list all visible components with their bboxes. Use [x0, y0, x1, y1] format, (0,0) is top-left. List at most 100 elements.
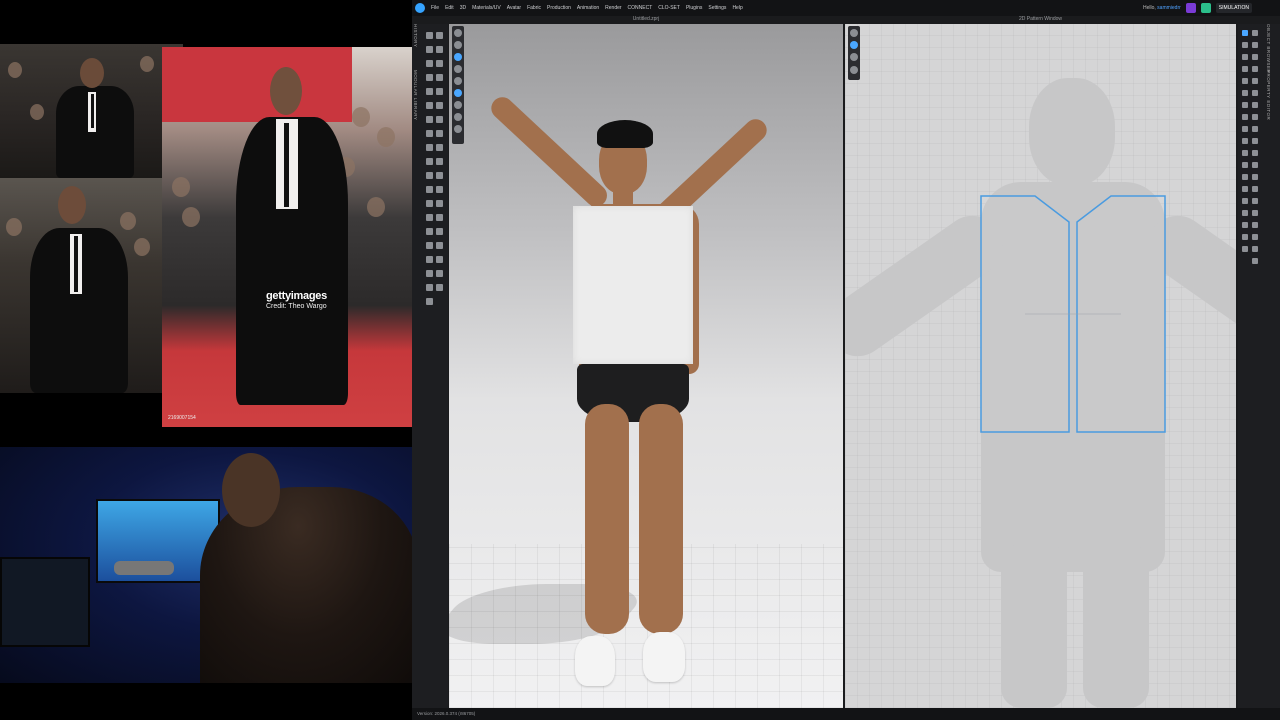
- trim-tool-icon[interactable]: [426, 242, 433, 249]
- selected-tool-icon[interactable]: [454, 53, 462, 61]
- rectangle-tool-icon[interactable]: [436, 60, 443, 67]
- symmetry-tool-icon[interactable]: [436, 242, 443, 249]
- tab-modular-library[interactable]: MODULAR LIBRARY: [413, 70, 418, 120]
- trim-add-icon[interactable]: [436, 284, 443, 291]
- edit-pattern-icon[interactable]: [1242, 42, 1248, 48]
- grading-icon[interactable]: [1252, 138, 1258, 144]
- tab-object-browser[interactable]: OBJECT BROWSER: [1266, 24, 1271, 73]
- arrangement-tool-icon[interactable]: [436, 270, 443, 277]
- menu-edit[interactable]: Edit: [445, 5, 454, 11]
- camera-icon[interactable]: [454, 41, 462, 49]
- deactivate-tool-icon[interactable]: [436, 256, 443, 263]
- menu-connect[interactable]: CONNECT: [628, 5, 653, 11]
- curve-point-icon[interactable]: [1252, 54, 1258, 60]
- fill-icon[interactable]: [1252, 258, 1258, 264]
- menu-help[interactable]: Help: [732, 5, 742, 11]
- measure-2d-icon[interactable]: [1252, 198, 1258, 204]
- menu-plugins[interactable]: Plugins: [686, 5, 702, 11]
- elastic-icon[interactable]: [1252, 222, 1258, 228]
- seam-allowance-icon[interactable]: [1252, 126, 1258, 132]
- garment-visibility-icon[interactable]: [454, 77, 462, 85]
- check-sewing-icon[interactable]: [1252, 114, 1258, 120]
- solidify-tool-icon[interactable]: [426, 256, 433, 263]
- topstitch-icon[interactable]: [1242, 174, 1248, 180]
- internal-rect-icon[interactable]: [1242, 90, 1248, 96]
- circle-icon[interactable]: [1242, 78, 1248, 84]
- tab-history[interactable]: HISTORY: [413, 24, 418, 47]
- app-logo-icon[interactable]: [415, 3, 425, 13]
- fitting-tool-icon[interactable]: [426, 200, 433, 207]
- seam-tool-icon[interactable]: [436, 88, 443, 95]
- pin-tool-icon[interactable]: [426, 46, 433, 53]
- trace-icon[interactable]: [1242, 102, 1248, 108]
- fold-line-icon[interactable]: [1252, 234, 1258, 240]
- shirring-icon[interactable]: [1242, 222, 1248, 228]
- edit-curve-icon[interactable]: [1252, 42, 1258, 48]
- annotation-2d-icon[interactable]: [1252, 186, 1258, 192]
- zipper-2d-icon[interactable]: [1252, 162, 1258, 168]
- avatar-tool-icon[interactable]: [426, 186, 433, 193]
- clo-set-icon[interactable]: [1200, 3, 1211, 13]
- layer-tool-icon[interactable]: [426, 270, 433, 277]
- notch-icon[interactable]: [1242, 138, 1248, 144]
- pattern-window-2d[interactable]: [845, 24, 1236, 708]
- snapshot-tool-icon[interactable]: [436, 214, 443, 221]
- select-tool-icon[interactable]: [426, 32, 433, 39]
- buttonhole-tool-icon[interactable]: [436, 144, 443, 151]
- symmetry-2d-icon[interactable]: [1242, 210, 1248, 216]
- brush-tool-icon[interactable]: [436, 228, 443, 235]
- annotation-tool-icon[interactable]: [426, 214, 433, 221]
- internal-polygon-icon[interactable]: [1252, 78, 1258, 84]
- record-tool-icon[interactable]: [426, 298, 433, 305]
- render-mode-icon[interactable]: [454, 125, 462, 133]
- polygon-tool-icon[interactable]: [426, 60, 433, 67]
- menu-avatar[interactable]: Avatar: [507, 5, 521, 11]
- move-tool-icon[interactable]: [436, 32, 443, 39]
- rectangle-icon[interactable]: [1252, 66, 1258, 72]
- menu-clo-set[interactable]: CLO-SET: [658, 5, 680, 11]
- strap-tool-icon[interactable]: [426, 284, 433, 291]
- menu-file[interactable]: File: [431, 5, 439, 11]
- fold-arrangement-icon[interactable]: [436, 116, 443, 123]
- measure-tool-icon[interactable]: [426, 172, 433, 179]
- piping-tool-icon[interactable]: [436, 158, 443, 165]
- zipper-tool-icon[interactable]: [426, 158, 433, 165]
- ellipse-tool-icon[interactable]: [426, 74, 433, 81]
- polygon-icon[interactable]: [1242, 66, 1248, 72]
- menu-materials[interactable]: Materials/UV: [472, 5, 501, 11]
- internal-line-tool-icon[interactable]: [426, 88, 433, 95]
- trace-2d-icon[interactable]: [1242, 246, 1248, 252]
- button-2d-icon[interactable]: [1242, 162, 1248, 168]
- graphic-2d-icon[interactable]: [1252, 150, 1258, 156]
- pattern-garment-3d[interactable]: [573, 206, 693, 364]
- texture-tool-icon[interactable]: [426, 130, 433, 137]
- dart-tool-icon[interactable]: [436, 74, 443, 81]
- tape-tool-icon[interactable]: [436, 172, 443, 179]
- light-icon[interactable]: [454, 113, 462, 121]
- menu-settings[interactable]: Settings: [708, 5, 726, 11]
- segment-sewing-icon[interactable]: [426, 102, 433, 109]
- text-icon[interactable]: [1242, 186, 1248, 192]
- lasso-tool-icon[interactable]: [426, 228, 433, 235]
- pleat-icon[interactable]: [1242, 234, 1248, 240]
- add-point-icon[interactable]: [1242, 54, 1248, 60]
- tab-property-editor[interactable]: PROPERTY EDITOR: [1266, 70, 1271, 120]
- hanger-tool-icon[interactable]: [436, 186, 443, 193]
- viewport-3d[interactable]: [449, 24, 843, 708]
- ruler-tool-icon[interactable]: [436, 200, 443, 207]
- menu-animation[interactable]: Animation: [577, 5, 599, 11]
- unfold-icon[interactable]: [1252, 210, 1258, 216]
- free-sewing-2d-icon[interactable]: [1242, 114, 1248, 120]
- layout-icon[interactable]: [1252, 246, 1258, 252]
- avatar-visibility-icon[interactable]: [454, 65, 462, 73]
- simulation-toggle[interactable]: SIMULATION: [1215, 3, 1252, 13]
- fold-2d-icon[interactable]: [1242, 126, 1248, 132]
- pattern-select-tool-icon[interactable]: [1242, 30, 1248, 36]
- menu-3d[interactable]: 3D: [460, 5, 466, 11]
- tack-tool-icon[interactable]: [426, 116, 433, 123]
- user-greeting[interactable]: Hello, sammiedrr: [1143, 5, 1181, 11]
- button-tool-icon[interactable]: [426, 144, 433, 151]
- ruler-2d-icon[interactable]: [1242, 198, 1248, 204]
- fold-tool-icon[interactable]: [436, 46, 443, 53]
- dart-icon[interactable]: [1252, 90, 1258, 96]
